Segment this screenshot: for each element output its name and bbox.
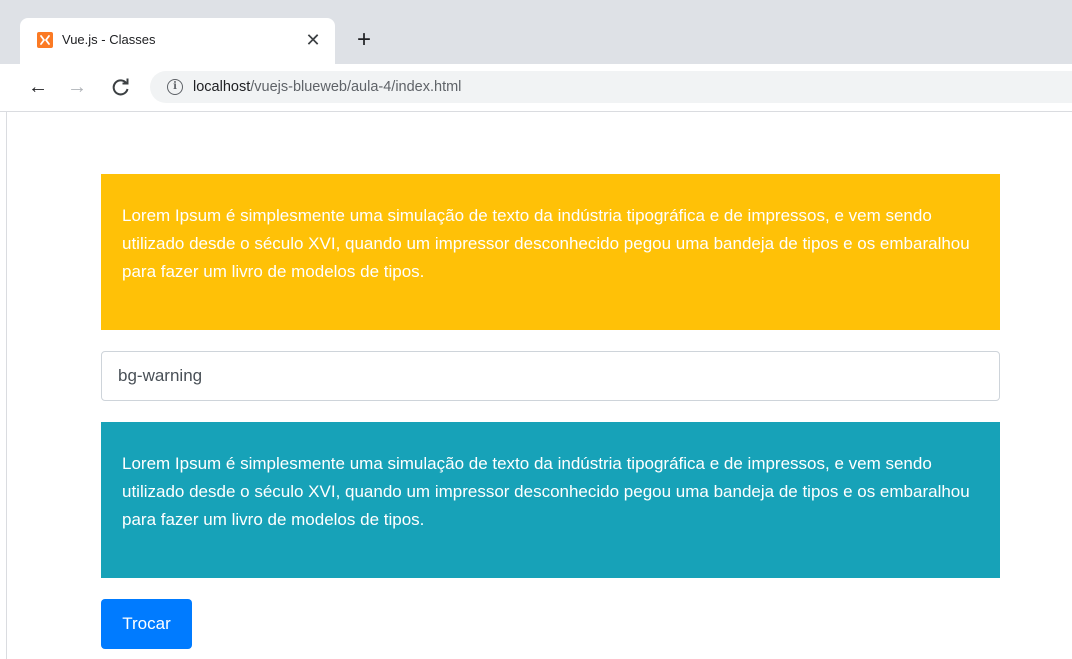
- browser-window: Vue.js - Classes ✕ + ← → i localhost/vue…: [0, 0, 1072, 659]
- forward-arrow-icon[interactable]: →: [64, 74, 90, 100]
- url-text: localhost/vuejs-blueweb/aula-4/index.htm…: [193, 79, 461, 95]
- swap-button[interactable]: Trocar: [101, 599, 192, 649]
- url-path: /vuejs-blueweb/aula-4/index.html: [250, 79, 462, 95]
- address-bar[interactable]: i localhost/vuejs-blueweb/aula-4/index.h…: [150, 71, 1072, 103]
- url-host: localhost: [193, 79, 251, 95]
- class-name-input[interactable]: [101, 351, 1000, 401]
- browser-toolbar: ← → i localhost/vuejs-blueweb/aula-4/ind…: [0, 64, 1072, 112]
- close-icon[interactable]: ✕: [303, 30, 323, 50]
- warning-box-text: Lorem Ipsum é simplesmente uma simulação…: [122, 206, 970, 281]
- reload-icon[interactable]: [108, 74, 134, 100]
- tab-strip: Vue.js - Classes ✕ +: [0, 0, 1072, 64]
- info-icon[interactable]: i: [167, 79, 183, 95]
- warning-text-box: Lorem Ipsum é simplesmente uma simulação…: [101, 174, 1000, 330]
- new-tab-plus-icon[interactable]: +: [351, 28, 377, 54]
- tab-vuejs-classes[interactable]: Vue.js - Classes ✕: [20, 18, 335, 64]
- tab-title: Vue.js - Classes: [62, 32, 156, 47]
- xampp-icon: [37, 32, 53, 48]
- info-text-box: Lorem Ipsum é simplesmente uma simulação…: [101, 422, 1000, 578]
- info-box-text: Lorem Ipsum é simplesmente uma simulação…: [122, 454, 970, 529]
- back-arrow-icon[interactable]: ←: [25, 74, 51, 100]
- page-content: Lorem Ipsum é simplesmente uma simulação…: [0, 112, 1072, 659]
